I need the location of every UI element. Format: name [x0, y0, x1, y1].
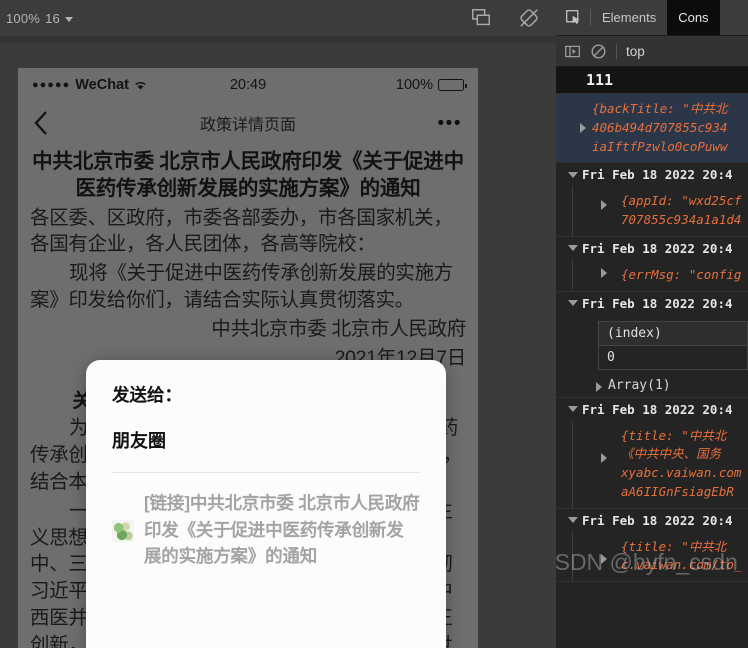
console-object-entry[interactable]: {backTitle: "中共北 406b494d707855c934 iaIf… — [556, 94, 748, 164]
zoom-level: 100% — [6, 10, 41, 26]
console-timestamp[interactable]: Fri Feb 18 2022 20:4 — [556, 398, 748, 421]
share-dialog-title: 发送给： — [112, 385, 182, 405]
console-group-table[interactable]: Fri Feb 18 2022 20:4 (index) 0 Array(1) — [556, 292, 748, 398]
sidebar-toggle-icon[interactable] — [564, 43, 581, 60]
screenshot-root: 100% 16 ●●●●● WeChat 20:49 100% 政策详情页面 •… — [0, 0, 748, 648]
screens-icon[interactable] — [470, 7, 492, 29]
console-object-extra-1: c.vaiwan.com/to_ — [621, 557, 742, 573]
expand-arrow-icon[interactable] — [580, 122, 586, 133]
table-cell: 0 — [607, 349, 615, 365]
share-dialog-body: 发送给： 朋友圈 [链接]中共北京市委 北京市人民政府印发《关于促进中医药传承创… — [86, 360, 446, 648]
console-entry[interactable]: {title: "中共北 《中共中央、国务 xyabc.vaiwan.com a… — [572, 420, 748, 508]
log-count: 111 — [556, 67, 748, 94]
emulation-toolbar-actions — [470, 7, 556, 29]
console-object-extra-2: xyabc.vaiwan.com — [621, 465, 742, 480]
expand-arrow-icon[interactable] — [601, 553, 607, 564]
console-object-text: {errMsg: "config — [621, 266, 742, 282]
tab-elements[interactable]: Elements — [591, 0, 667, 35]
collapse-arrow-icon[interactable] — [568, 517, 578, 523]
console-object-text: {title: "中共北 — [621, 538, 727, 554]
execution-context-selector[interactable]: top — [626, 44, 645, 59]
phone-nav-bar: 政策详情页面 ••• — [18, 102, 478, 144]
console-group[interactable]: Fri Feb 18 2022 20:4 {title: "中共北 c.vaiw… — [556, 509, 748, 582]
device-width-value: 16 — [45, 10, 60, 26]
expand-arrow-icon[interactable] — [596, 381, 602, 392]
toolbar-divider — [0, 36, 556, 43]
console-object-extra-1: 《中共中央、国务 — [621, 446, 722, 462]
page-title: 政策详情页面 — [199, 117, 296, 134]
expand-arrow-icon[interactable] — [601, 267, 607, 278]
device-emulation-pane: 100% 16 ●●●●● WeChat 20:49 100% 政策详情页面 •… — [0, 0, 556, 648]
battery-group: 100% — [395, 77, 468, 93]
share-target-label: 朋友圈 — [112, 431, 166, 451]
console-entry[interactable]: {appId: "wxd25cf 707855c934a1a1d4 — [572, 186, 748, 236]
console-log-list[interactable]: 111 {backTitle: "中共北 406b494d707855c934 … — [556, 67, 748, 582]
console-object-text: {backTitle: "中共北 — [592, 101, 728, 116]
share-dialog: 发送给： 朋友圈 [链接]中共北京市委 北京市人民政府印发《关于促进中医药传承创… — [86, 360, 446, 648]
wifi-icon — [135, 81, 146, 90]
console-group[interactable]: Fri Feb 18 2022 20:4 {title: "中共北 《中共中央、… — [556, 398, 748, 509]
timestamp-text: Fri Feb 18 2022 20:4 — [582, 167, 733, 183]
signal-dots-icon: ●●●●● — [32, 79, 71, 91]
console-object-text: {appId: "wxd25cf — [621, 193, 742, 209]
article-paragraph-2: 现将《关于促进中医药传承创新发展的实施方案》印发给你们，请结合实际认真贯彻落实。 — [30, 262, 454, 312]
timestamp-text: Fri Feb 18 2022 20:4 — [582, 512, 733, 528]
console-object-text: {title: "中共北 — [621, 427, 727, 443]
more-menu-icon[interactable]: ••• — [438, 114, 462, 133]
console-toolbar: top — [556, 36, 748, 67]
phone-viewport: ●●●●● WeChat 20:49 100% 政策详情页面 ••• 中共北京市… — [18, 68, 478, 648]
console-object-extra-3: aA6IIGnFsiagEbR — [621, 483, 734, 499]
expand-arrow-icon[interactable] — [601, 200, 607, 211]
console-group[interactable]: Fri Feb 18 2022 20:4 {appId: "wxd25cf 70… — [556, 163, 748, 237]
devtools-panel: Elements Cons top 111 {backTitle: "中共北 4… — [556, 0, 748, 648]
console-object-extra-1: 406b494d707855c934 — [592, 119, 728, 135]
share-link-text: [链接]中共北京市委 北京市人民政府印发《关于促进中医药传承创新发展的实施方案》… — [144, 493, 420, 567]
console-object-extra-2: iaIftfPzwlo0coPuww — [592, 138, 728, 154]
expand-arrow-icon[interactable] — [601, 452, 607, 463]
battery-percent: 100% — [395, 77, 433, 93]
tab-console[interactable]: Cons — [667, 0, 720, 35]
console-table[interactable]: (index) 0 — [598, 320, 748, 370]
clear-console-icon[interactable] — [590, 43, 607, 60]
battery-icon — [438, 79, 468, 91]
emulation-toolbar: 100% 16 — [0, 0, 556, 36]
devtools-tabbar: Elements Cons — [556, 0, 748, 36]
toolbar-divider — [616, 43, 617, 59]
rotate-icon[interactable] — [518, 7, 540, 29]
timestamp-text: Fri Feb 18 2022 20:4 — [582, 401, 733, 417]
table-column-header: (index) — [599, 321, 747, 346]
console-timestamp[interactable]: Fri Feb 18 2022 20:4 — [556, 509, 748, 532]
collapse-arrow-icon[interactable] — [568, 300, 578, 306]
collapse-arrow-icon[interactable] — [568, 245, 578, 252]
chevron-left-icon[interactable] — [34, 110, 49, 136]
carrier-name: WeChat — [75, 77, 129, 93]
article-signature: 中共北京市委 北京市人民政府 — [211, 318, 466, 341]
console-timestamp[interactable]: Fri Feb 18 2022 20:4 — [556, 163, 748, 186]
console-timestamp[interactable]: Fri Feb 18 2022 20:4 — [556, 292, 748, 315]
inspect-cursor-icon[interactable] — [556, 0, 590, 35]
carrier-group: ●●●●● WeChat — [32, 77, 147, 93]
console-object-extra-1: 707855c934a1a1d4 — [621, 212, 742, 227]
console-entry[interactable]: {errMsg: "config — [572, 259, 748, 291]
phone-status-bar: ●●●●● WeChat 20:49 100% — [18, 68, 478, 102]
article-title: 中共北京市委 北京市人民政府印发《关于促进中医药传承创新发展的实施方案》的通知 — [32, 150, 464, 201]
share-link-row: [链接]中共北京市委 北京市人民政府印发《关于促进中医药传承创新发展的实施方案》… — [112, 490, 420, 570]
array-label: Array(1) — [608, 377, 671, 393]
console-timestamp[interactable]: Fri Feb 18 2022 20:4 — [556, 237, 748, 260]
console-entry[interactable]: {title: "中共北 c.vaiwan.com/to_ — [572, 531, 748, 581]
timestamp-text: Fri Feb 18 2022 20:4 — [582, 240, 733, 256]
collapse-arrow-icon[interactable] — [568, 171, 578, 178]
share-dialog-divider — [112, 472, 420, 473]
zoom-selector[interactable]: 100% 16 — [6, 11, 73, 26]
timestamp-text: Fri Feb 18 2022 20:4 — [582, 295, 733, 311]
console-group[interactable]: Fri Feb 18 2022 20:4 {errMsg: "config — [556, 237, 748, 292]
chevron-down-icon — [64, 16, 73, 22]
console-array-row[interactable]: Array(1) — [556, 376, 748, 397]
article-paragraph-1: 各区委、区政府，市委各部委办，市各国家机关，各国有企业，各人民团体，各高等院校： — [30, 206, 453, 256]
collapse-arrow-icon[interactable] — [568, 406, 578, 412]
link-thumbnail-icon — [112, 520, 134, 542]
